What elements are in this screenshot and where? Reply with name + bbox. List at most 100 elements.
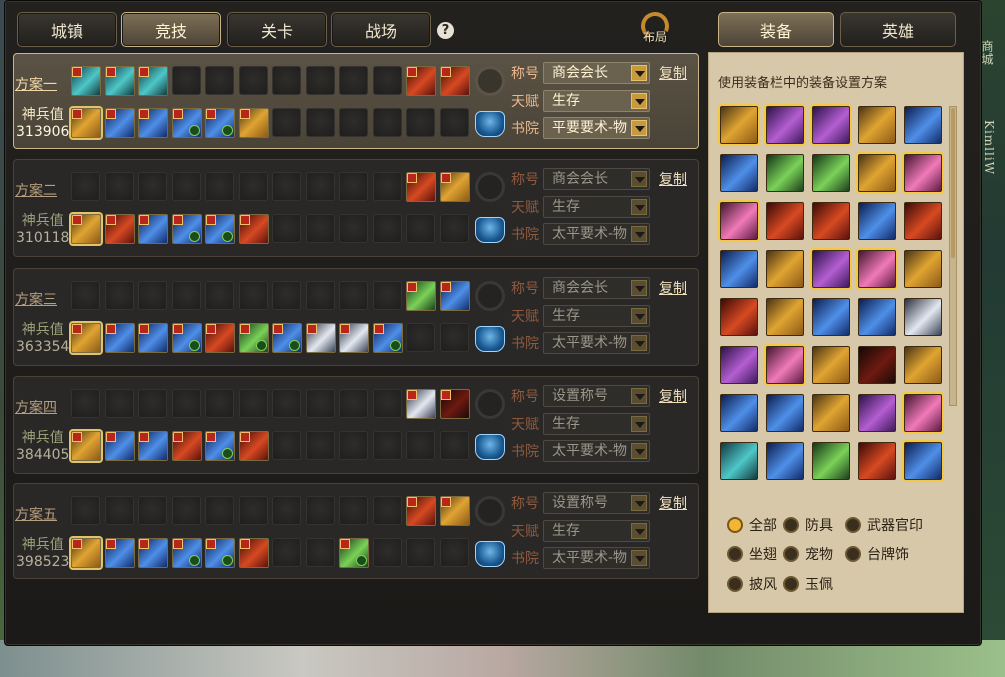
equipment-item-blue[interactable] [105, 431, 135, 461]
radio-icon[interactable] [845, 546, 861, 562]
equipment-item-blue[interactable] [138, 214, 168, 244]
empty-equipment-slot[interactable] [306, 538, 335, 567]
empty-equipment-slot[interactable] [172, 496, 201, 525]
equipment-item-blue[interactable] [138, 431, 168, 461]
inventory-item-green[interactable] [766, 154, 804, 192]
empty-equipment-slot[interactable] [339, 172, 368, 201]
empty-equipment-slot[interactable] [172, 172, 201, 201]
dropdown-title[interactable]: 设置称号 [543, 385, 650, 407]
equipment-item-gold[interactable] [440, 496, 470, 526]
chevron-down-icon[interactable] [631, 443, 647, 459]
radio-icon[interactable] [783, 546, 799, 562]
scheme-name[interactable]: 方案二 [15, 180, 57, 200]
ring-slot-icon[interactable] [475, 389, 505, 419]
empty-equipment-slot[interactable] [406, 538, 435, 567]
equipment-item-red[interactable] [172, 431, 202, 461]
empty-equipment-slot[interactable] [440, 214, 469, 243]
equipment-item-white[interactable] [339, 323, 369, 353]
empty-equipment-slot[interactable] [373, 66, 402, 95]
inventory-item-blue[interactable] [720, 394, 758, 432]
inventory-item-purple[interactable] [812, 106, 850, 144]
empty-equipment-slot[interactable] [71, 281, 100, 310]
empty-equipment-slot[interactable] [239, 66, 268, 95]
inventory-item-red[interactable] [766, 202, 804, 240]
chevron-down-icon[interactable] [631, 93, 647, 109]
inventory-item-pink[interactable] [766, 346, 804, 384]
empty-equipment-slot[interactable] [440, 431, 469, 460]
empty-equipment-slot[interactable] [272, 431, 301, 460]
empty-equipment-slot[interactable] [71, 496, 100, 525]
inventory-item-blue[interactable] [812, 298, 850, 336]
dropdown-title[interactable]: 设置称号 [543, 492, 650, 514]
empty-equipment-slot[interactable] [205, 172, 234, 201]
copy-button[interactable]: 复制 [659, 278, 687, 298]
empty-equipment-slot[interactable] [71, 389, 100, 418]
chevron-down-icon[interactable] [631, 226, 647, 242]
filter-2[interactable]: 武器官印 [845, 515, 923, 535]
equipment-item-blue[interactable] [172, 108, 202, 138]
empty-equipment-slot[interactable] [205, 389, 234, 418]
inventory-item-pink[interactable] [904, 394, 942, 432]
scrollbar-thumb[interactable] [951, 108, 955, 258]
empty-equipment-slot[interactable] [172, 66, 201, 95]
academy-icon[interactable] [475, 541, 505, 567]
dropdown-talent[interactable]: 生存 [543, 305, 650, 327]
inventory-item-pink[interactable] [720, 202, 758, 240]
inventory-item-blue[interactable] [858, 202, 896, 240]
scheme-2[interactable]: 方案二 神兵值 310118 称号 商会会长 天赋 生存 书院 太平要术-物 复制 [13, 159, 699, 257]
radio-icon[interactable] [727, 517, 743, 533]
empty-equipment-slot[interactable] [306, 172, 335, 201]
equipment-item-teal[interactable] [105, 66, 135, 96]
inventory-item-purple[interactable] [766, 106, 804, 144]
inventory-item-red[interactable] [720, 298, 758, 336]
empty-equipment-slot[interactable] [239, 172, 268, 201]
dropdown-talent[interactable]: 生存 [543, 90, 650, 112]
dropdown-title[interactable]: 商会会长 [543, 62, 650, 84]
empty-equipment-slot[interactable] [272, 172, 301, 201]
equipment-item-green[interactable] [239, 323, 269, 353]
empty-equipment-slot[interactable] [272, 538, 301, 567]
empty-equipment-slot[interactable] [406, 214, 435, 243]
empty-equipment-slot[interactable] [105, 172, 134, 201]
equipment-item-gold[interactable] [71, 108, 101, 138]
empty-equipment-slot[interactable] [306, 431, 335, 460]
equipment-item-red[interactable] [205, 323, 235, 353]
inventory-item-red[interactable] [858, 442, 896, 480]
scheme-4[interactable]: 方案四 神兵值 384405 称号 设置称号 天赋 生存 书院 太平要术-物 复制 [13, 376, 699, 474]
right-tab-0[interactable]: 装备 [718, 12, 834, 47]
empty-equipment-slot[interactable] [105, 389, 134, 418]
dropdown-academy[interactable]: 平要要术-物 [543, 117, 650, 139]
inventory-item-pink[interactable] [904, 154, 942, 192]
equipment-item-blue[interactable] [105, 108, 135, 138]
equipment-item-gold[interactable] [71, 538, 101, 568]
copy-button[interactable]: 复制 [659, 386, 687, 406]
equipment-item-blue[interactable] [172, 538, 202, 568]
radio-icon[interactable] [783, 517, 799, 533]
equipment-item-white[interactable] [406, 389, 436, 419]
ring-slot-icon[interactable] [475, 281, 505, 311]
empty-equipment-slot[interactable] [272, 281, 301, 310]
academy-icon[interactable] [475, 326, 505, 352]
equipment-item-red[interactable] [406, 66, 436, 96]
inventory-item-white[interactable] [904, 298, 942, 336]
empty-equipment-slot[interactable] [373, 496, 402, 525]
equipment-item-white[interactable] [306, 323, 336, 353]
inventory-item-gold[interactable] [766, 250, 804, 288]
equipment-item-gold[interactable] [440, 172, 470, 202]
equipment-item-dark[interactable] [440, 389, 470, 419]
empty-equipment-slot[interactable] [239, 389, 268, 418]
empty-equipment-slot[interactable] [71, 172, 100, 201]
empty-equipment-slot[interactable] [339, 431, 368, 460]
filter-1[interactable]: 防具 [783, 515, 833, 535]
scheme-name[interactable]: 方案一 [15, 74, 57, 94]
filter-7[interactable]: 玉佩 [783, 574, 833, 594]
radio-icon[interactable] [783, 576, 799, 592]
inventory-item-gold[interactable] [812, 346, 850, 384]
equipment-item-green[interactable] [339, 538, 369, 568]
empty-equipment-slot[interactable] [105, 281, 134, 310]
equipment-item-blue[interactable] [138, 538, 168, 568]
chevron-down-icon[interactable] [631, 335, 647, 351]
dropdown-academy[interactable]: 太平要术-物 [543, 440, 650, 462]
empty-equipment-slot[interactable] [339, 389, 368, 418]
inventory-item-blue[interactable] [858, 298, 896, 336]
